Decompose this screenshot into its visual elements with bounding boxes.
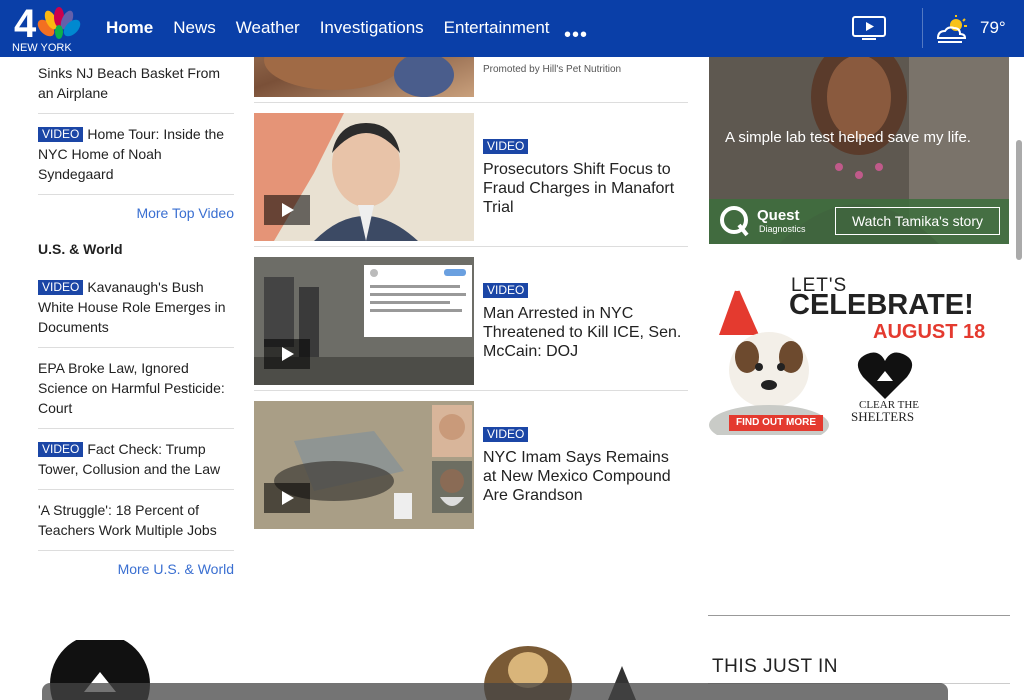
bottom-overlay-bar: [42, 683, 948, 700]
more-us-world-link[interactable]: More U.S. & World: [38, 551, 234, 597]
clear-the-shelters-ad[interactable]: FIND OUT MORE LET'S CELEBRATE! AUGUST 18…: [709, 275, 1009, 435]
list-item[interactable]: Sinks NJ Beach Basket From an Airplane: [38, 57, 234, 114]
ad-celebrate-text: CELEBRATE!: [789, 289, 974, 321]
story-thumbnail[interactable]: [254, 113, 474, 241]
tv-play-icon[interactable]: [852, 16, 886, 40]
story-headline[interactable]: Prosecutors Shift Focus to Fraud Charges…: [483, 160, 683, 217]
story-text: VIDEO Prosecutors Shift Focus to Fraud C…: [483, 137, 683, 217]
video-badge: VIDEO: [38, 127, 84, 142]
story-card[interactable]: VIDEO Prosecutors Shift Focus to Fraud C…: [254, 113, 688, 247]
nav-news[interactable]: News: [173, 18, 216, 38]
ad-brand-sub: Diagnostics: [759, 224, 806, 234]
story-card[interactable]: VIDEO Man Arrested in NYC Threatened to …: [254, 257, 688, 391]
ad-date-text: AUGUST 18: [873, 321, 986, 343]
more-dots-icon[interactable]: •••: [564, 24, 588, 47]
list-item[interactable]: 'A Struggle': 18 Percent of Teachers Wor…: [38, 490, 234, 551]
list-item[interactable]: VIDEO Home Tour: Inside the NYC Home of N…: [38, 114, 234, 195]
video-badge: VIDEO: [38, 280, 84, 295]
temperature-readout[interactable]: 79°: [980, 18, 1006, 38]
this-just-in-heading: THIS JUST IN: [712, 656, 838, 677]
more-top-video-link[interactable]: More Top Video: [38, 195, 234, 241]
story-thumbnail[interactable]: [254, 401, 474, 529]
shelter-brand-bottom: SHELTERS: [851, 409, 915, 424]
quest-logo-icon: [720, 206, 749, 237]
nbc-peacock-icon: [37, 7, 81, 39]
page-scrollbar[interactable]: [1016, 140, 1022, 260]
watch-story-button[interactable]: Watch Tamika's story: [835, 207, 1000, 235]
headline-text[interactable]: 'A Struggle': 18 Percent of Teachers Wor…: [38, 502, 217, 538]
list-item[interactable]: VIDEO Kavanaugh's Bush White House Role E…: [38, 277, 234, 348]
logo-city-text: NEW YORK: [12, 42, 72, 54]
play-video-icon[interactable]: [264, 339, 310, 369]
play-video-icon[interactable]: [264, 195, 310, 225]
headline-text[interactable]: EPA Broke Law, Ignored Science on Harmfu…: [38, 360, 225, 416]
nav-home[interactable]: Home: [106, 18, 153, 38]
video-badge: VIDEO: [483, 283, 529, 298]
video-badge: VIDEO: [483, 139, 529, 154]
heart-shelter-logo-icon: [857, 352, 913, 399]
header-divider: [922, 8, 923, 48]
list-item[interactable]: EPA Broke Law, Ignored Science on Harmfu…: [38, 348, 234, 429]
top-navigation-bar: 4 NEW YORK Home News Weather Investigati…: [0, 0, 1024, 57]
ad-tagline: A simple lab test helped save my life.: [725, 129, 971, 146]
left-headlines-column: Sinks NJ Beach Basket From an Airplane V…: [38, 57, 234, 597]
logo-channel-number: 4: [14, 2, 36, 46]
story-thumbnail[interactable]: [254, 257, 474, 385]
promoted-by-text: Promoted by Hill's Pet Nutrition: [483, 64, 622, 75]
play-video-icon[interactable]: [264, 483, 310, 513]
story-card[interactable]: VIDEO NYC Imam Says Remains at New Mexic…: [254, 401, 688, 535]
nav-investigations[interactable]: Investigations: [320, 18, 424, 38]
nav-entertainment[interactable]: Entertainment: [444, 18, 550, 38]
story-headline[interactable]: NYC Imam Says Remains at New Mexico Comp…: [483, 448, 683, 505]
story-text: VIDEO Man Arrested in NYC Threatened to …: [483, 281, 683, 361]
find-out-more-button[interactable]: FIND OUT MORE: [729, 415, 823, 431]
story-text: VIDEO NYC Imam Says Remains at New Mexic…: [483, 425, 683, 505]
headline-text[interactable]: Sinks NJ Beach Basket From an Airplane: [38, 65, 220, 101]
quest-diagnostics-ad[interactable]: A simple lab test helped save my life. Q…: [709, 57, 1009, 244]
main-nav: Home News Weather Investigations Enterta…: [106, 18, 550, 38]
nbc-new-york-logo[interactable]: 4 NEW YORK: [10, 2, 82, 54]
video-badge: VIDEO: [483, 427, 529, 442]
ad-brand-name: Quest: [757, 207, 800, 224]
section-divider: [708, 615, 1010, 616]
nav-weather[interactable]: Weather: [236, 18, 300, 38]
section-heading-us-world: U.S. & World: [38, 241, 123, 257]
story-headline[interactable]: Man Arrested in NYC Threatened to Kill I…: [483, 304, 683, 361]
partly-cloudy-icon[interactable]: [932, 14, 972, 44]
video-badge: VIDEO: [38, 442, 84, 457]
list-item[interactable]: VIDEO Fact Check: Trump Tower, Collusion …: [38, 429, 234, 490]
